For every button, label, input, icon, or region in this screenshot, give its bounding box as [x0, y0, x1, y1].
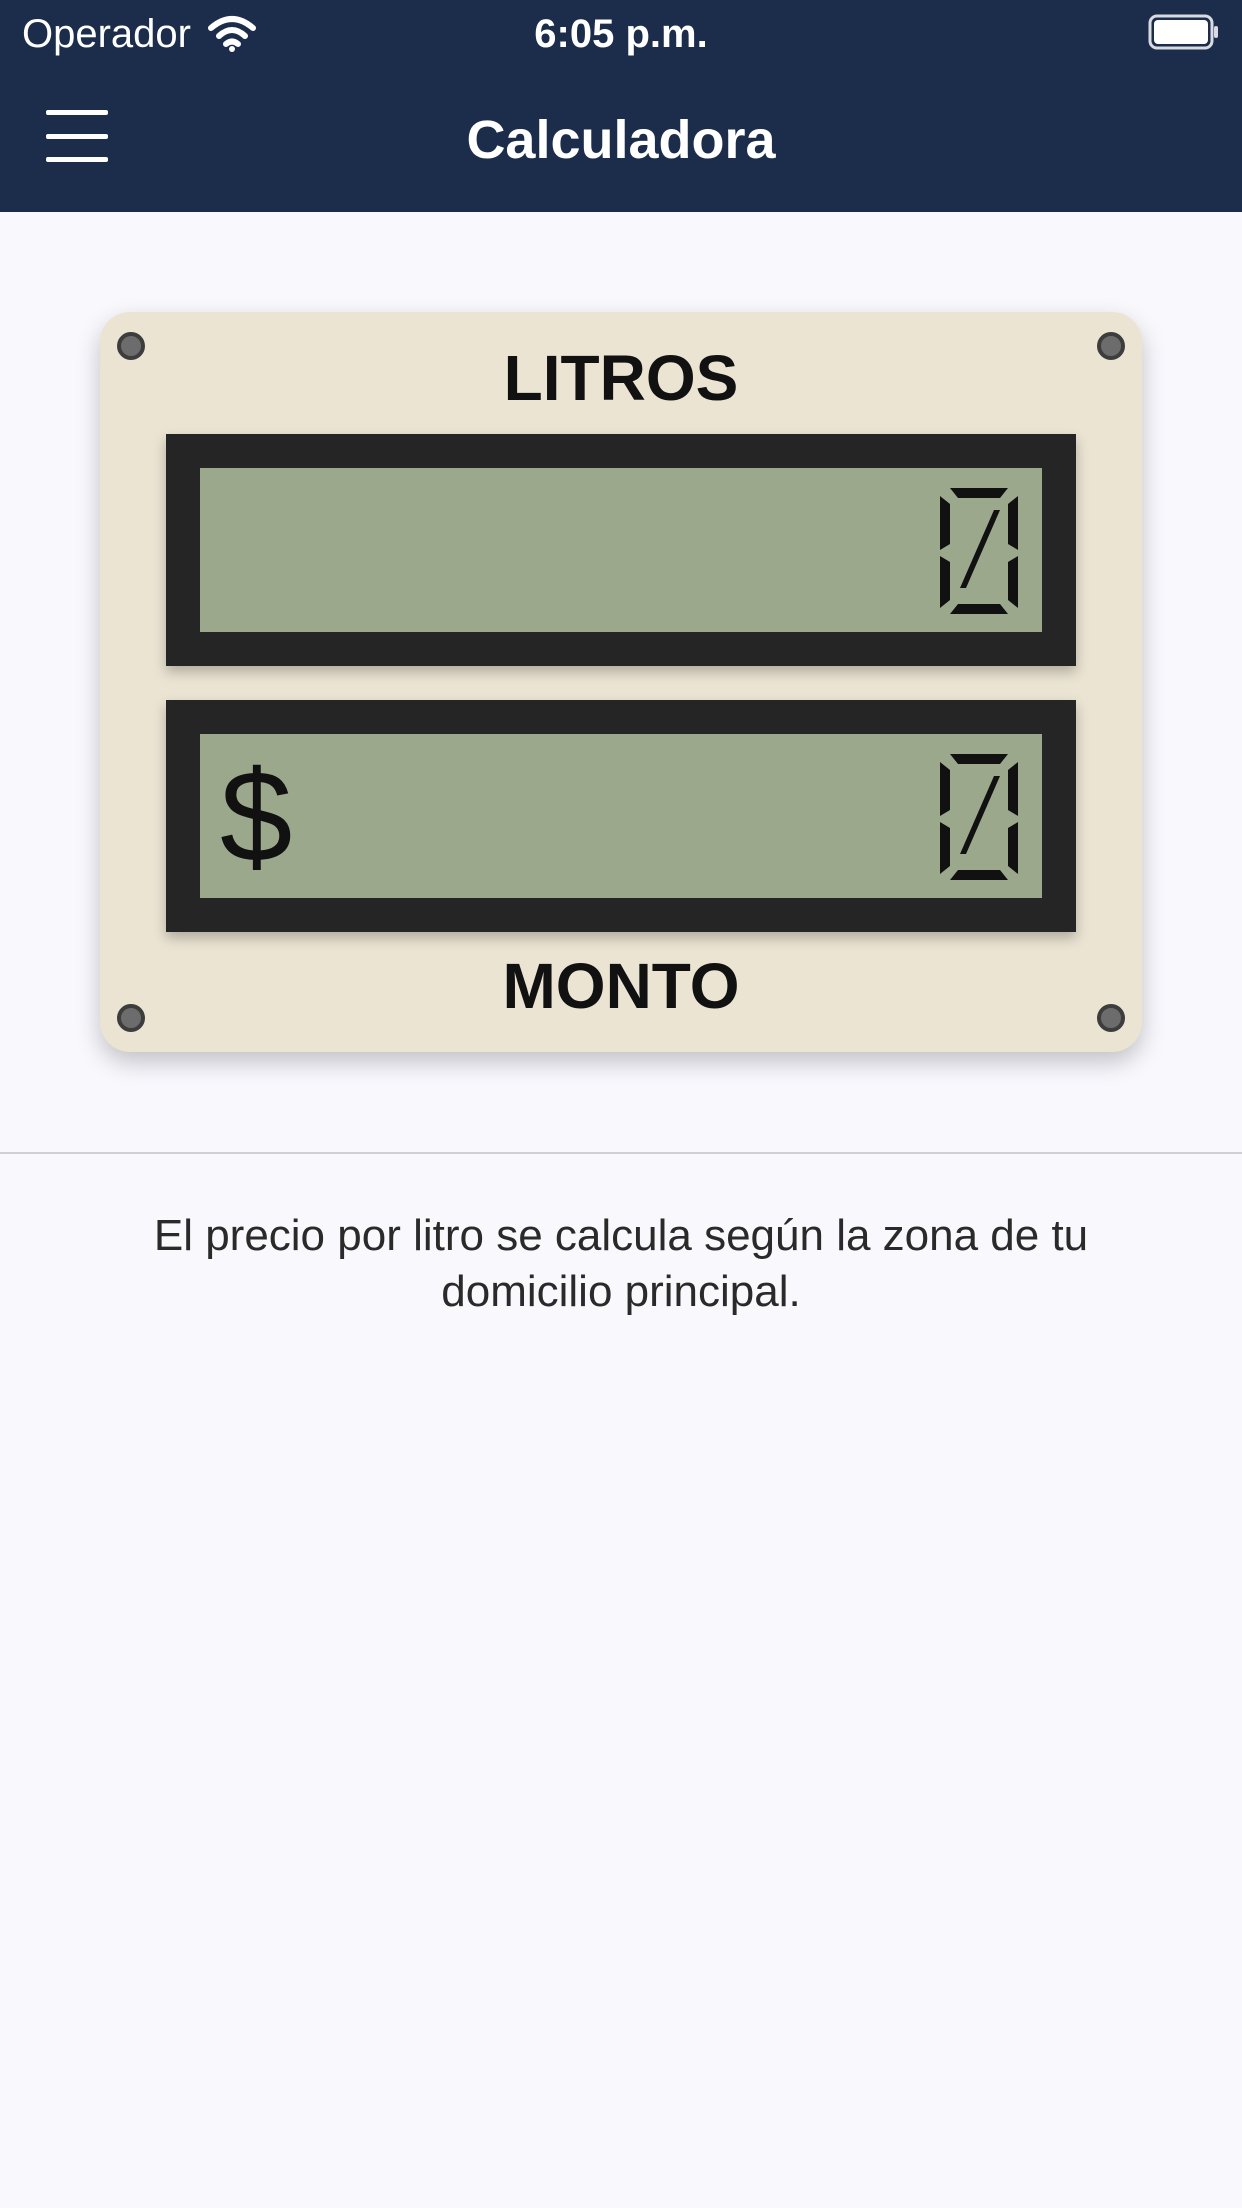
seven-segment-digit [940, 754, 1018, 880]
monto-value: 0 [200, 734, 201, 735]
currency-symbol: $ [220, 743, 293, 889]
monto-lcd: $ 0 [200, 734, 1042, 898]
litros-label: LITROS [503, 342, 739, 414]
price-info-text: El precio por litro se calcula según la … [153, 1211, 1089, 1316]
litros-display[interactable]: 0 [166, 434, 1076, 666]
top-bar: Operador 6:05 p.m. Calculadora [0, 0, 1242, 212]
monto-label: MONTO [502, 950, 740, 1022]
status-time: 6:05 p.m. [534, 12, 708, 56]
page-title: Calculadora [466, 110, 776, 170]
litros-value: 0 [200, 468, 201, 469]
battery-icon [1148, 14, 1218, 50]
monto-display[interactable]: $ 0 [166, 700, 1076, 932]
divider [0, 1152, 1242, 1154]
seven-segment-digit [940, 488, 1018, 614]
litros-lcd: 0 [200, 468, 1042, 632]
calculator-panel: LITROS 0 $ 0 [100, 312, 1142, 1052]
